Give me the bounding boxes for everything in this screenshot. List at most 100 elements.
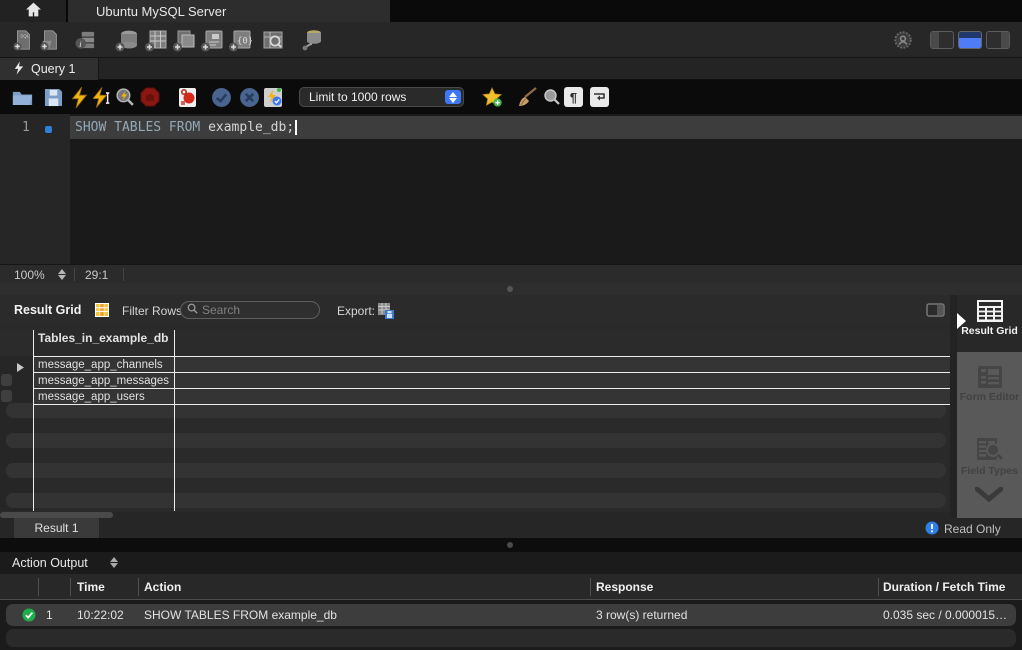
- empty-row-stripe: [6, 493, 946, 508]
- server-status-icon[interactable]: i: [73, 28, 97, 52]
- grid-line: [33, 330, 34, 511]
- invisibles-icon[interactable]: ¶: [564, 87, 583, 107]
- svg-text:{0}: {0}: [237, 37, 252, 47]
- commit-icon[interactable]: [210, 86, 232, 108]
- open-file-icon[interactable]: [11, 86, 33, 108]
- create-schema-icon[interactable]: [115, 28, 139, 52]
- form-editor-icon: [977, 378, 1003, 392]
- mysql-workbench-window: Ubuntu MySQL Server SQL i {0}: [0, 0, 1022, 650]
- save-icon[interactable]: [42, 86, 64, 108]
- column-header-duration[interactable]: Duration / Fetch Time: [883, 580, 1005, 594]
- grid-column-header[interactable]: Tables_in_example_db: [38, 331, 169, 345]
- search-data-icon[interactable]: [261, 28, 285, 52]
- cell-value: message_app_users: [38, 391, 145, 403]
- sidebar-item-result-grid[interactable]: Result Grid: [957, 295, 1022, 352]
- search-icon: [187, 303, 198, 317]
- column-header-time[interactable]: Time: [77, 580, 105, 594]
- connection-tab[interactable]: Ubuntu MySQL Server: [68, 0, 390, 22]
- export-icon[interactable]: [377, 302, 394, 322]
- row-gutter-stub: [1, 390, 12, 402]
- field-types-icon: [976, 452, 1003, 466]
- create-view-icon[interactable]: [172, 28, 196, 52]
- grid-columns-icon: [94, 302, 110, 321]
- limit-rows-dropdown[interactable]: Limit to 1000 rows: [299, 87, 464, 107]
- gear-badge-icon[interactable]: [891, 28, 915, 52]
- output-row[interactable]: 1 10:22:02 SHOW TABLES FROM example_db 3…: [6, 604, 1016, 626]
- empty-output-stripe: [6, 629, 1016, 647]
- result-sidebar: Result Grid Form Editor Field Types: [957, 295, 1022, 518]
- sidebar-item-field-types[interactable]: Field Types: [957, 437, 1022, 478]
- toggle-autocommit-icon[interactable]: [262, 86, 284, 108]
- cell-value: message_app_channels: [38, 359, 163, 371]
- result-grid[interactable]: Tables_in_example_db message_app_channel…: [0, 325, 950, 512]
- wrap-text-icon[interactable]: [590, 87, 609, 107]
- create-function-icon[interactable]: {0}: [228, 28, 252, 52]
- grid-line: [33, 388, 950, 389]
- toggle-sidebar-icon[interactable]: [926, 303, 945, 320]
- query-tab-label: Query 1: [31, 62, 75, 76]
- splitter-grip-icon: [507, 542, 513, 548]
- empty-row-stripe: [6, 433, 946, 448]
- rollback-icon[interactable]: [238, 86, 260, 108]
- column-header-response[interactable]: Response: [596, 580, 653, 594]
- grid-line: [174, 330, 175, 511]
- row-action: SHOW TABLES FROM example_db: [144, 608, 337, 622]
- read-only-status: Read Only: [944, 522, 1001, 536]
- info-icon: [925, 521, 939, 538]
- sql-identifier: example_db;: [208, 120, 294, 135]
- open-script-icon[interactable]: [38, 28, 62, 52]
- grid-line: [33, 356, 950, 357]
- sidebar-item-label: Form Editor: [957, 392, 1022, 404]
- toggle-bottom-panel-icon[interactable]: [958, 31, 982, 49]
- connection-tab-label: Ubuntu MySQL Server: [96, 4, 226, 19]
- main-toolbar: SQL i {0}: [0, 22, 1022, 58]
- column-header-action[interactable]: Action: [144, 580, 181, 594]
- new-query-icon[interactable]: SQL: [11, 28, 35, 52]
- current-row-arrow-icon: [16, 361, 25, 375]
- sidebar-pointer-icon: [957, 313, 966, 329]
- table-row[interactable]: message_app_channels: [33, 357, 950, 372]
- stop-icon[interactable]: [139, 86, 161, 108]
- create-table-icon[interactable]: [144, 28, 168, 52]
- search-input[interactable]: [202, 303, 313, 317]
- sql-code-line[interactable]: SHOW TABLES FROM example_db;: [70, 116, 1022, 139]
- result-grid-toolbar: Result Grid Filter Rows: Export:: [0, 295, 1022, 325]
- home-tab[interactable]: [0, 0, 67, 22]
- sidebar-chevron-down-icon[interactable]: [975, 487, 1003, 506]
- beautify-icon[interactable]: [516, 86, 538, 108]
- query-tabbar: Query 1: [0, 58, 1022, 80]
- new-snippet-icon[interactable]: [482, 86, 504, 108]
- zoom-stepper-icon[interactable]: [58, 269, 66, 280]
- sidebar-item-label: Field Types: [957, 466, 1022, 478]
- filter-search-box[interactable]: [180, 301, 320, 319]
- explain-icon[interactable]: [113, 86, 135, 108]
- panel-splitter[interactable]: [0, 538, 1022, 552]
- row-time: 10:22:02: [77, 608, 124, 622]
- row-duration: 0.035 sec / 0.000015…: [883, 608, 1007, 622]
- empty-row-stripe: [6, 463, 946, 478]
- cell-value: message_app_messages: [38, 375, 169, 387]
- result-tab[interactable]: Result 1: [14, 518, 99, 538]
- result-tab-label: Result 1: [34, 521, 78, 535]
- execute-current-icon[interactable]: [91, 86, 113, 108]
- find-icon[interactable]: [541, 86, 563, 108]
- create-procedure-icon[interactable]: [200, 28, 224, 52]
- table-row[interactable]: message_app_messages: [33, 373, 950, 388]
- output-selector-stepper-icon[interactable]: [110, 557, 118, 568]
- sidebar-item-form-editor[interactable]: Form Editor: [957, 365, 1022, 404]
- bolt-icon: [14, 61, 24, 78]
- success-check-icon: [22, 608, 36, 625]
- row-selector-gutter: [0, 330, 33, 511]
- toggle-stop-on-error-icon[interactable]: [176, 86, 198, 108]
- toggle-left-panel-icon[interactable]: [930, 31, 954, 49]
- table-row[interactable]: message_app_users: [33, 389, 950, 404]
- toggle-right-panel-icon[interactable]: [986, 31, 1010, 49]
- grid-edge: [950, 295, 957, 518]
- row-index: 1: [46, 608, 53, 622]
- query-tab[interactable]: Query 1: [0, 58, 99, 80]
- panel-splitter[interactable]: [0, 283, 1022, 295]
- data-import-icon[interactable]: [300, 28, 324, 52]
- execute-icon[interactable]: [68, 86, 90, 108]
- sql-editor[interactable]: 1 SHOW TABLES FROM example_db;: [0, 114, 1022, 264]
- filter-rows-label: Filter Rows:: [122, 304, 185, 318]
